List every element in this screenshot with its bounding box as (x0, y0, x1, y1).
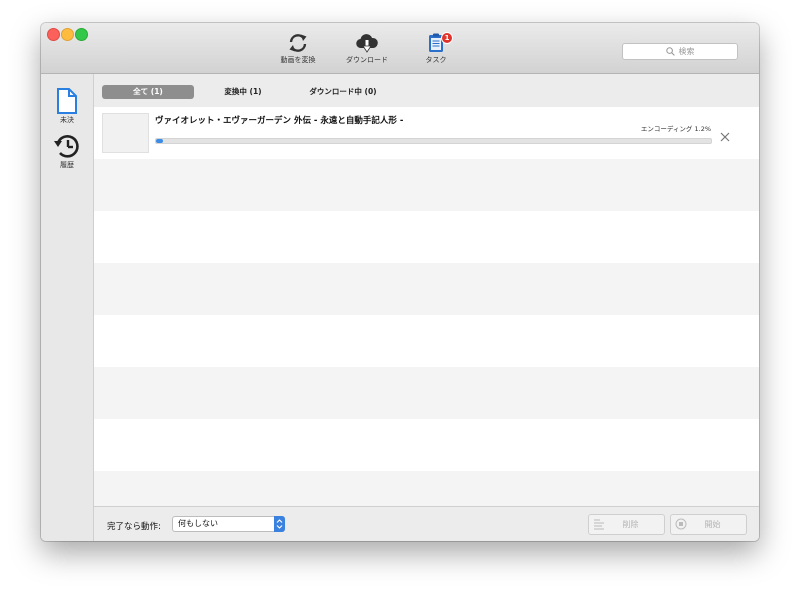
after-completion-value: 何もしない (178, 519, 218, 528)
after-completion-select[interactable]: 何もしない (172, 516, 285, 532)
sidebar: 未決 履歴 (41, 74, 94, 541)
remove-task-icon[interactable] (719, 131, 731, 143)
toolbar: 動画を変換 ダウンロード 1 タスク 検索 (41, 23, 759, 74)
convert-label: 動画を変換 (280, 56, 316, 64)
tab-downloading[interactable]: ダウンロード中 (0) (293, 85, 393, 99)
tasks-label: タスク (425, 56, 447, 64)
task-list-area: 全て (1) 変換中 (1) ダウンロード中 (0) ヴァイオレット・エヴァーガ… (94, 74, 759, 523)
delete-label: 削除 (622, 520, 639, 529)
tasks-button[interactable]: 1 タスク (401, 32, 471, 65)
filter-tabs: 全て (1) 変換中 (1) ダウンロード中 (0) (94, 74, 759, 107)
bottom-bar: 完了なら動作: 何もしない 削除 開始 (94, 506, 759, 541)
tab-all[interactable]: 全て (1) (102, 85, 194, 99)
task-progress-fill (156, 139, 163, 143)
sidebar-item-pending[interactable]: 未決 (47, 88, 87, 125)
app-window: 動画を変換 ダウンロード 1 タスク 検索 未決 履歴 全て (1) 変換中 (… (41, 23, 759, 541)
sidebar-item-label: 履歴 (60, 161, 74, 169)
download-button[interactable]: ダウンロード (332, 33, 402, 65)
task-row[interactable]: ヴァイオレット・エヴァーガーデン 外伝 - 永遠と自動手記人形 - エンコーディ… (94, 107, 759, 159)
search-placeholder: 検索 (678, 47, 695, 56)
start-button[interactable]: 開始 (670, 514, 747, 535)
empty-row (94, 211, 759, 263)
history-clock-icon (54, 135, 79, 158)
start-label: 開始 (704, 520, 721, 529)
zoom-window-button[interactable] (75, 28, 88, 41)
select-arrows-icon (274, 516, 285, 532)
delete-button[interactable]: 削除 (588, 514, 665, 535)
task-title: ヴァイオレット・エヴァーガーデン 外伝 - 永遠と自動手記人形 - (155, 116, 404, 126)
empty-row (94, 263, 759, 315)
empty-row (94, 419, 759, 471)
search-icon (665, 47, 675, 56)
minimize-window-button[interactable] (61, 28, 74, 41)
empty-row (94, 315, 759, 367)
task-progress-bar (155, 138, 712, 144)
tasks-badge: 1 (441, 32, 453, 44)
empty-row (94, 367, 759, 419)
empty-row (94, 159, 759, 211)
task-status: エンコーディング 1.2% (640, 125, 711, 133)
cloud-download-icon (356, 34, 378, 53)
tab-converting[interactable]: 変換中 (1) (207, 85, 279, 99)
convert-icon (289, 34, 307, 52)
search-field[interactable]: 検索 (622, 43, 738, 60)
after-completion-label: 完了なら動作: (107, 522, 161, 532)
download-label: ダウンロード (346, 56, 388, 64)
close-window-button[interactable] (47, 28, 60, 41)
sidebar-item-history[interactable]: 履歴 (47, 133, 87, 170)
sidebar-item-label: 未決 (60, 116, 74, 124)
convert-video-button[interactable]: 動画を変換 (263, 33, 333, 65)
document-icon (57, 88, 77, 114)
video-thumbnail (102, 113, 149, 153)
